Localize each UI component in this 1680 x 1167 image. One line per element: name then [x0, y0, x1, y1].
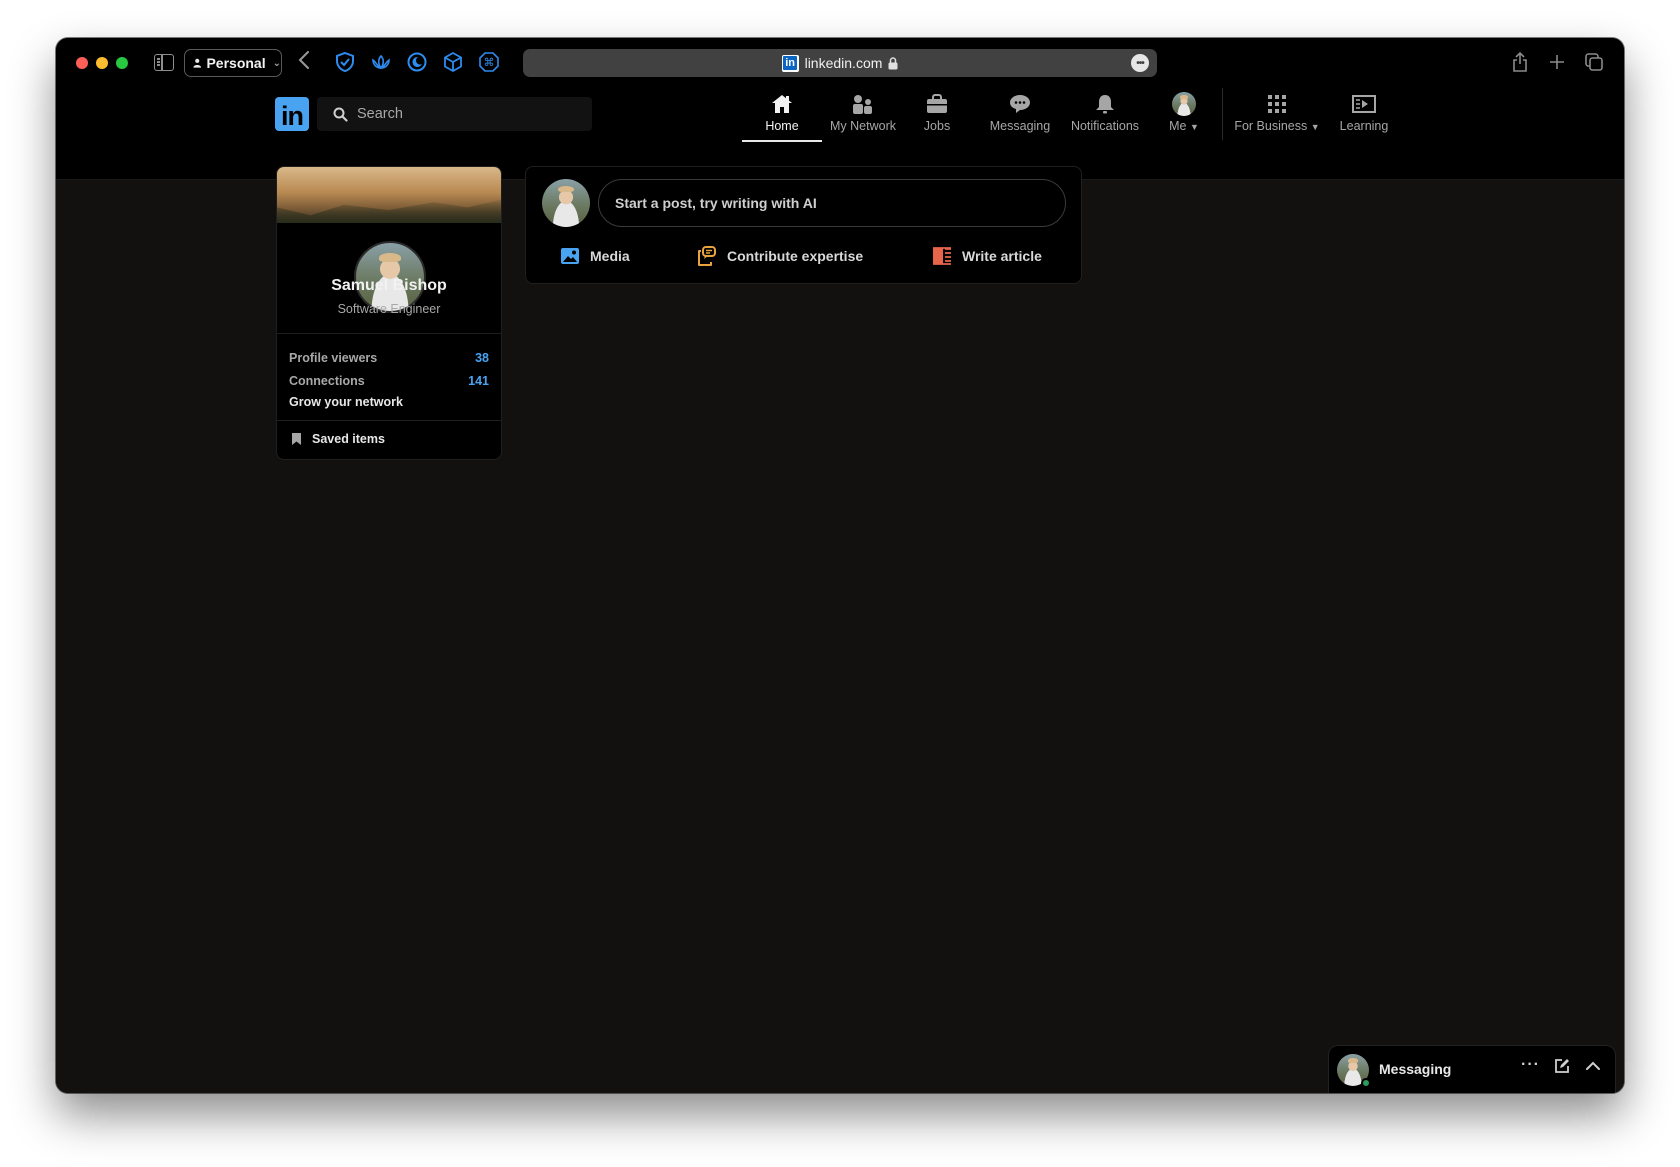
nav-messaging-label: Messaging — [989, 119, 1051, 133]
chevron-left-icon — [298, 51, 309, 69]
post-composer: Start a post, try writing with AI Media … — [525, 166, 1082, 284]
close-window-button[interactable] — [76, 57, 88, 69]
home-icon — [772, 95, 792, 113]
more-options-icon[interactable]: ••• — [1131, 54, 1149, 72]
divider — [277, 420, 501, 421]
sidebar-toggle-icon[interactable] — [154, 54, 174, 71]
write-article-button[interactable]: Write article — [932, 242, 1042, 270]
me-avatar — [1172, 92, 1196, 116]
address-bar[interactable]: in linkedin.com ••• — [523, 49, 1157, 77]
search-input[interactable]: Search — [317, 97, 592, 131]
new-tab-icon[interactable] — [1548, 51, 1566, 78]
messaging-dock[interactable]: Messaging ··· — [1328, 1045, 1616, 1093]
expertise-icon — [698, 246, 716, 266]
search-placeholder: Search — [357, 106, 403, 122]
profile-cover-image — [277, 167, 501, 223]
chevron-down-icon: ⌄ — [272, 57, 281, 69]
maximize-window-button[interactable] — [116, 57, 128, 69]
profile-headline: Software Engineer — [337, 302, 441, 316]
nav-messaging[interactable]: Messaging — [988, 92, 1052, 138]
nav-notifications[interactable]: Notifications — [1066, 92, 1144, 138]
profile-name[interactable]: Samuel Bishop — [277, 277, 501, 295]
profile-card: Samuel Bishop Software Engineer Profile … — [276, 166, 502, 460]
moon-icon[interactable] — [406, 51, 430, 75]
nav-jobs-label: Jobs — [923, 119, 951, 133]
more-options-icon[interactable]: ··· — [1521, 1056, 1540, 1074]
browser-profile-label: Personal — [206, 55, 266, 71]
nav-learning[interactable]: Learning — [1334, 92, 1394, 138]
stat-label: Profile viewers — [289, 351, 378, 365]
messaging-label: Messaging — [1379, 1061, 1452, 1077]
nav-home[interactable]: Home — [742, 92, 822, 142]
nav-for-business-label: For Business ▼ — [1234, 119, 1320, 133]
cube-icon[interactable] — [442, 51, 466, 75]
stat-profile-viewers[interactable]: Profile viewers 38 — [289, 351, 489, 365]
lock-icon — [888, 56, 898, 69]
browser-toolbar: Personal ⌄ ⌘ in linkedin.com ••• — [56, 38, 1624, 88]
bookmark-icon — [292, 433, 301, 445]
stat-connections[interactable]: Connections 141 — [289, 374, 489, 388]
chevron-up-icon[interactable] — [1585, 1058, 1601, 1079]
chat-icon — [1010, 95, 1030, 113]
contribute-expertise-button[interactable]: Contribute expertise — [697, 242, 863, 270]
nav-for-business[interactable]: For Business ▼ — [1232, 92, 1322, 138]
caret-down-icon: ▼ — [1310, 122, 1320, 132]
nav-my-network[interactable]: My Network — [826, 92, 900, 138]
stat-label: Connections — [289, 374, 365, 388]
grid-icon — [1268, 95, 1286, 113]
share-icon[interactable] — [1511, 51, 1529, 78]
briefcase-icon — [927, 94, 947, 113]
network-icon — [853, 95, 872, 114]
article-icon — [933, 247, 951, 265]
browser-window: Personal ⌄ ⌘ in linkedin.com ••• in Sear… — [56, 38, 1624, 1093]
saved-items-link[interactable]: Saved items — [291, 432, 385, 446]
nav-notifications-label: Notifications — [1070, 119, 1140, 133]
nav-jobs[interactable]: Jobs — [912, 92, 962, 138]
browser-profile-button[interactable]: Personal ⌄ — [184, 49, 282, 77]
linkedin-favicon-icon: in — [781, 54, 799, 72]
stat-value: 38 — [475, 351, 489, 365]
composer-avatar[interactable] — [542, 179, 590, 227]
stat-value: 141 — [468, 374, 489, 388]
image-icon — [561, 248, 579, 264]
nav-home-label: Home — [765, 119, 799, 133]
saved-items-label: Saved items — [312, 432, 385, 446]
contribute-expertise-label: Contribute expertise — [727, 248, 864, 264]
command-icon[interactable]: ⌘ — [478, 51, 502, 75]
media-label: Media — [590, 248, 630, 264]
url-text: linkedin.com — [804, 55, 883, 71]
svg-text:⌘: ⌘ — [484, 56, 495, 69]
minimize-window-button[interactable] — [96, 57, 108, 69]
start-post-input[interactable]: Start a post, try writing with AI — [598, 179, 1066, 227]
grow-network-link[interactable]: Grow your network — [289, 395, 403, 409]
nav-me[interactable]: Me ▼ — [1161, 92, 1207, 138]
search-icon — [333, 107, 348, 122]
online-status-dot — [1361, 1078, 1371, 1088]
learning-icon — [1352, 95, 1376, 113]
nav-me-label: Me ▼ — [1169, 119, 1199, 133]
write-article-label: Write article — [962, 248, 1042, 264]
bell-icon — [1096, 95, 1114, 114]
back-button[interactable] — [298, 51, 310, 73]
divider — [277, 333, 501, 334]
nav-learning-label: Learning — [1339, 119, 1389, 133]
nav-my-network-label: My Network — [830, 119, 896, 133]
caret-down-icon: ▼ — [1189, 122, 1199, 132]
tab-overview-icon[interactable] — [1584, 51, 1604, 78]
compose-message-icon[interactable] — [1554, 1058, 1570, 1079]
linkedin-logo[interactable]: in — [275, 97, 309, 131]
lotus-icon[interactable] — [370, 51, 394, 75]
shield-check-icon[interactable] — [334, 51, 358, 75]
media-button[interactable]: Media — [560, 242, 630, 270]
nav-divider — [1222, 88, 1223, 140]
person-icon — [193, 58, 202, 68]
